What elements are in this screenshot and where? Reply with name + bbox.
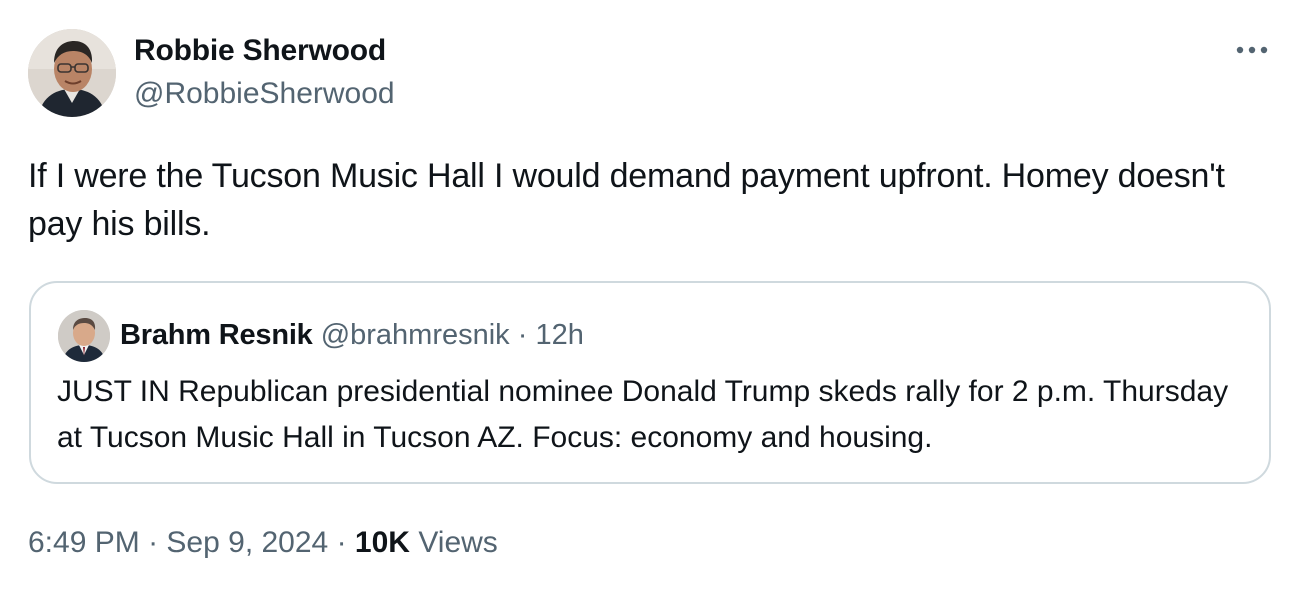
author-avatar[interactable]: [28, 29, 116, 117]
quoted-timestamp[interactable]: 12h: [535, 319, 583, 351]
more-horizontal-icon: [1236, 46, 1268, 54]
tweet-time[interactable]: 6:49 PM: [28, 526, 140, 559]
tweet-text: If I were the Tucson Music Hall I would …: [28, 157, 1225, 243]
meta-separator: ·: [148, 526, 159, 559]
tweet-date[interactable]: Sep 9, 2024: [166, 526, 328, 559]
author-handle[interactable]: @RobbieSherwood: [134, 76, 395, 112]
more-options-button[interactable]: [1232, 34, 1272, 66]
quoted-tweet[interactable]: Brahm Resnik @brahmresnik · 12h JUST IN …: [29, 281, 1271, 484]
quoted-header: Brahm Resnik @brahmresnik · 12h: [120, 317, 584, 353]
quoted-author-name[interactable]: Brahm Resnik: [120, 319, 313, 351]
author-name[interactable]: Robbie Sherwood: [134, 33, 386, 69]
quoted-author-avatar[interactable]: [58, 310, 110, 362]
quoted-author-avatar-image: [58, 310, 110, 362]
views-count: 10K: [354, 526, 410, 559]
meta-separator: ·: [336, 526, 347, 559]
author-avatar-image: [28, 29, 116, 117]
quoted-author-handle[interactable]: @brahmresnik: [321, 319, 510, 351]
quoted-separator: ·: [517, 319, 528, 351]
quoted-tweet-text: JUST IN Republican presidential nominee …: [57, 375, 1229, 454]
tweet-meta: 6:49 PM · Sep 9, 2024 · 10K Views: [28, 524, 498, 562]
views-label: Views: [418, 526, 498, 559]
